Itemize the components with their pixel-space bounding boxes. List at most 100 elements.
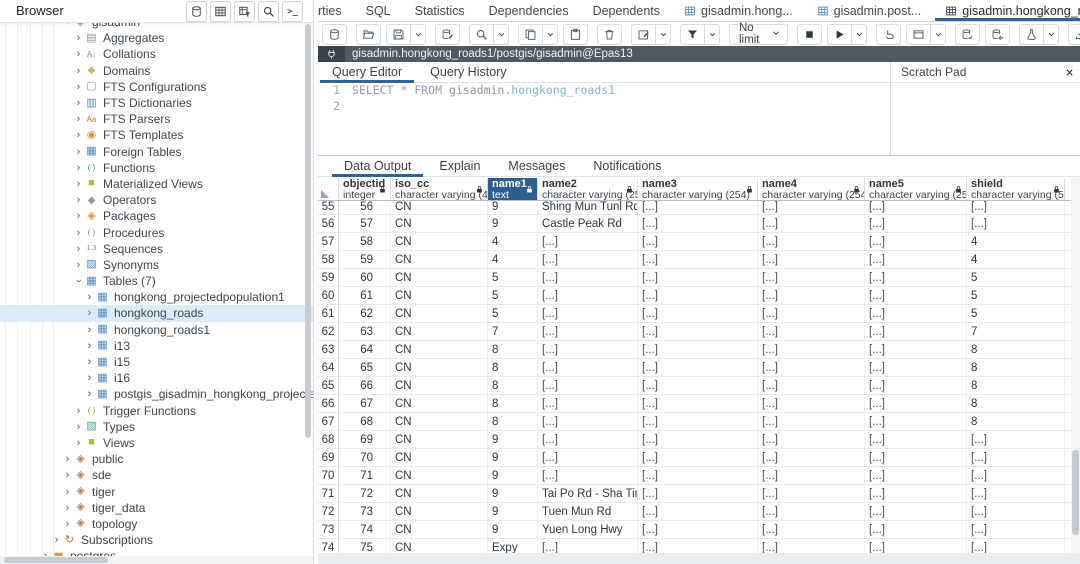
expand-right-icon[interactable]: › [62, 519, 73, 529]
cell-name4[interactable]: [...] [758, 201, 865, 214]
cell-iso_cc[interactable]: CN [391, 377, 488, 394]
cell-name1[interactable]: 9 [488, 431, 538, 448]
cell-shield[interactable]: 8 [967, 341, 1065, 358]
row-number[interactable]: 73 [318, 521, 339, 538]
tree-item-trigger-functions[interactable]: ›( )Trigger Functions [0, 403, 313, 419]
column-header-objectid[interactable]: objectidinteger [339, 178, 391, 200]
row-number[interactable]: 59 [318, 269, 339, 286]
cell-iso_cc[interactable]: CN [391, 201, 488, 214]
open-file-button[interactable] [356, 24, 381, 45]
cell-name2[interactable]: [...] [538, 233, 638, 250]
cell-shield[interactable]: 5 [967, 287, 1065, 304]
column-header-name4[interactable]: name4character varying (254) [758, 178, 865, 200]
cell-shield[interactable]: 8 [967, 395, 1065, 412]
tab-sql[interactable]: SQL [354, 0, 403, 21]
edit-button-options[interactable] [656, 24, 671, 45]
tree-item-tiger[interactable]: ›◈tiger [0, 483, 313, 499]
expand-right-icon[interactable]: › [73, 130, 84, 140]
cell-name4[interactable]: [...] [758, 521, 865, 538]
cell-shield[interactable]: 8 [967, 359, 1065, 376]
cell-objectid[interactable]: 63 [339, 323, 391, 340]
cell-name4[interactable]: [...] [758, 341, 865, 358]
cell-name3[interactable]: [...] [638, 377, 758, 394]
tree-item-synonyms[interactable]: ›▨Synonyms [0, 257, 313, 273]
cell-iso_cc[interactable]: CN [391, 395, 488, 412]
cell-name1[interactable]: 5 [488, 269, 538, 286]
expand-right-icon[interactable]: › [73, 260, 84, 270]
explain-button[interactable] [876, 24, 901, 45]
expand-right-icon[interactable]: › [62, 470, 73, 480]
find-button-options[interactable] [494, 24, 509, 45]
tab-query-tool[interactable]: gisadmin.hong... [672, 0, 805, 21]
cell-objectid[interactable]: 72 [339, 485, 391, 502]
cell-name3[interactable]: [...] [638, 233, 758, 250]
cell-objectid[interactable]: 65 [339, 359, 391, 376]
expand-right-icon[interactable]: › [62, 487, 73, 497]
cell-name4[interactable]: [...] [758, 395, 865, 412]
cell-name5[interactable]: [...] [865, 413, 967, 430]
cell-shield[interactable]: 4 [967, 251, 1065, 268]
cell-name4[interactable]: [...] [758, 485, 865, 502]
tab-data-output[interactable]: Data Output [330, 156, 425, 176]
cell-name4[interactable]: [...] [758, 539, 865, 553]
expand-right-icon[interactable]: › [73, 195, 84, 205]
tree-item-tiger-data[interactable]: ›◈tiger_data [0, 500, 313, 516]
cell-objectid[interactable]: 70 [339, 449, 391, 466]
cell-name3[interactable]: [...] [638, 521, 758, 538]
expand-right-icon[interactable]: › [73, 114, 84, 124]
cell-name1[interactable]: 8 [488, 377, 538, 394]
column-header-name1[interactable]: name1text [488, 178, 538, 200]
row-number[interactable]: 55 [318, 201, 339, 214]
tree-item-subscriptions[interactable]: ›↻Subscriptions [0, 532, 313, 548]
row-number[interactable]: 67 [318, 413, 339, 430]
scrollbar-thumb[interactable] [1072, 450, 1079, 535]
cell-shield[interactable]: 8 [967, 377, 1065, 394]
cell-name2[interactable]: Tuen Mun Rd [538, 503, 638, 520]
expand-right-icon[interactable]: › [73, 211, 84, 221]
cell-name1[interactable]: Expy [488, 539, 538, 553]
query-tool-button[interactable] [322, 24, 347, 45]
cell-name5[interactable]: [...] [865, 305, 967, 322]
cell-name5[interactable]: [...] [865, 377, 967, 394]
cell-shield[interactable]: [...] [967, 539, 1065, 553]
search-objects-button[interactable] [258, 1, 279, 22]
cell-name5[interactable]: [...] [865, 521, 967, 538]
save-button-options[interactable] [411, 24, 426, 45]
tree-item-topology[interactable]: ›◈topology [0, 516, 313, 532]
expand-right-icon[interactable]: › [73, 406, 84, 416]
tree-item-types[interactable]: ›▧Types [0, 419, 313, 435]
cell-iso_cc[interactable]: CN [391, 431, 488, 448]
cell-name4[interactable]: [...] [758, 233, 865, 250]
cell-iso_cc[interactable]: CN [391, 485, 488, 502]
row-number[interactable]: 66 [318, 395, 339, 412]
expand-right-icon[interactable]: › [84, 325, 95, 335]
cell-name3[interactable]: [...] [638, 269, 758, 286]
cell-iso_cc[interactable]: CN [391, 413, 488, 430]
sidebar-vertical-scrollbar[interactable] [305, 24, 311, 438]
cell-name5[interactable]: [...] [865, 467, 967, 484]
delete-button[interactable] [597, 24, 622, 45]
cell-name3[interactable]: [...] [638, 485, 758, 502]
cell-name5[interactable]: [...] [865, 503, 967, 520]
cell-name4[interactable]: [...] [758, 251, 865, 268]
cell-objectid[interactable]: 56 [339, 201, 391, 214]
row-number[interactable]: 62 [318, 323, 339, 340]
tree-item-sequences[interactable]: ›1.3Sequences [0, 241, 313, 257]
tree-item-views[interactable]: ›■Views [0, 435, 313, 451]
expand-right-icon[interactable]: › [73, 244, 84, 254]
cell-name3[interactable]: [...] [638, 413, 758, 430]
paste-button[interactable] [563, 24, 588, 45]
tree-item-i16[interactable]: ›▦i16 [0, 370, 313, 386]
expand-right-icon[interactable]: › [84, 308, 95, 318]
cell-name2[interactable]: [...] [538, 395, 638, 412]
cancel-query-button[interactable] [797, 24, 822, 45]
filtered-rows-button[interactable] [234, 1, 255, 22]
cell-name3[interactable]: [...] [638, 305, 758, 322]
expand-right-icon[interactable]: › [73, 422, 84, 432]
execute-button-options[interactable] [852, 24, 867, 45]
cell-name2[interactable]: [...] [538, 287, 638, 304]
cell-name4[interactable]: [...] [758, 287, 865, 304]
expand-right-icon[interactable]: › [84, 389, 95, 399]
cell-shield[interactable]: 5 [967, 305, 1065, 322]
cell-iso_cc[interactable]: CN [391, 359, 488, 376]
